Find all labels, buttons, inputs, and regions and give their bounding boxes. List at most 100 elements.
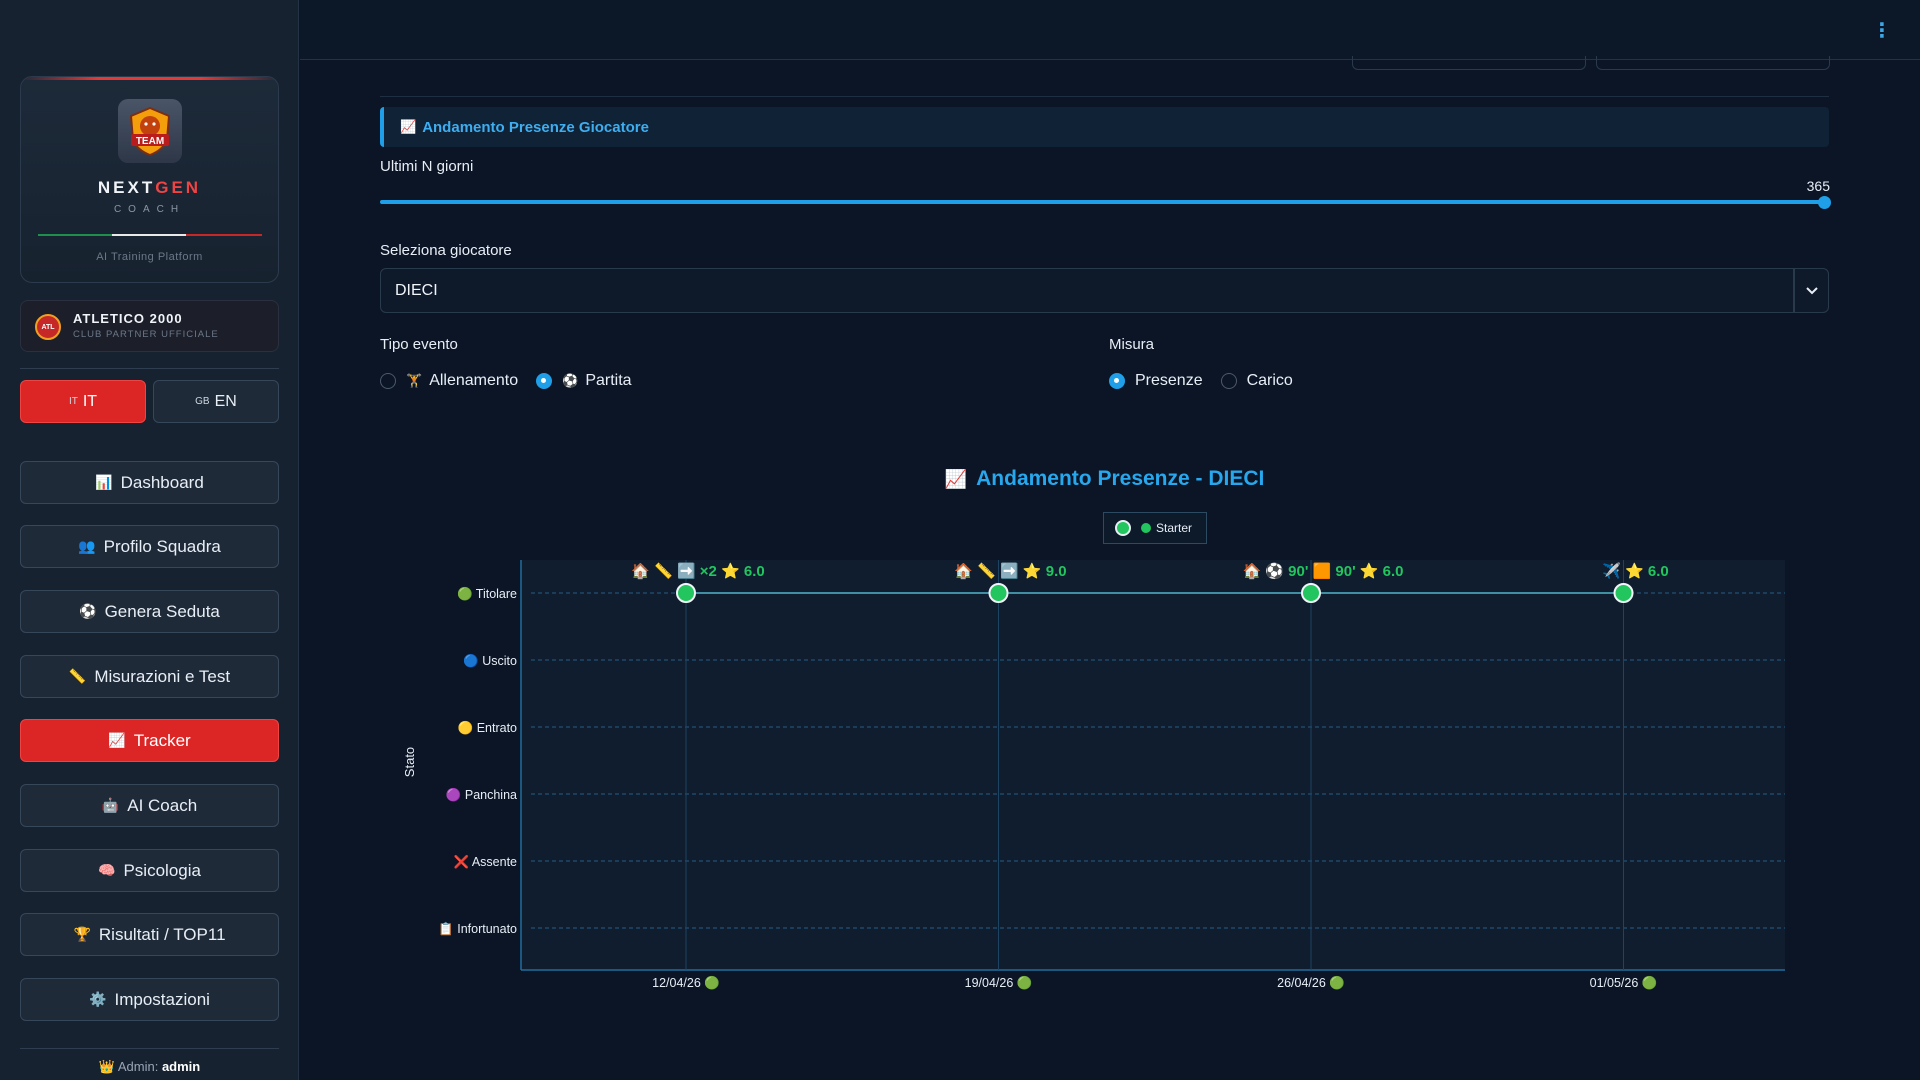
sidebar: TEAM NEXTGEN COACH AI Training Platform … [0,0,299,1080]
radio-circle-selected[interactable] [536,373,553,389]
radio-partita[interactable]: ⚽ Partita [536,372,632,390]
data-point-marker [1301,583,1321,603]
y-axis-title: Stato [402,747,417,777]
legend-marker [1115,520,1131,536]
radio-presenze[interactable]: Presenze [1109,372,1203,390]
logo-text: TEAM [136,136,164,147]
crown-icon: 👑 [98,1059,115,1074]
flag-gb-icon: GB [195,396,210,407]
nav-label: Profilo Squadra [103,536,221,556]
radio-label: Allenamento [429,372,519,389]
nav-tracker[interactable]: 📈 Tracker [20,719,279,762]
point-annotation: ✈️ ⭐ 6.0 [1602,561,1669,580]
y-tick-label: 🔵 Uscito [463,653,517,668]
nav-label: Tracker [133,730,191,750]
event-type-label: Tipo evento [380,336,458,353]
chart-title: 📈 Andamento Presenze - DIECI [380,467,1829,491]
trend-icon: 📈 [944,469,968,489]
nav-label: Impostazioni [114,989,210,1009]
player-select-value: DIECI [395,281,438,299]
days-slider-label: Ultimi N giorni [380,158,474,175]
flag-it-icon: IT [68,396,78,407]
nav-risultati-top11[interactable]: 🏆 Risultati / TOP11 [20,913,279,956]
club-partner-card: ATL ATLETICO 2000 CLUB PARTNER UFFICIALE [20,300,279,352]
brand-card: TEAM NEXTGEN COACH AI Training Platform [20,76,279,283]
point-annotation: 🏠 ⚽ 90' 🟧 90' ⭐ 6.0 [1242,562,1403,580]
content-separator [380,96,1829,97]
radio-circle-selected[interactable] [1109,373,1125,389]
trophy-icon: 🏆 [73,926,91,942]
x-tick-label: 19/04/26 🟢 [965,975,1033,990]
player-select[interactable]: DIECI [380,268,1794,313]
trend-icon: 📈 [108,732,126,748]
lang-en-label: EN [214,392,237,410]
hidden-button-edge-1[interactable] [1352,56,1586,70]
lion-shield-icon: TEAM [129,106,171,157]
nav-label: Risultati / TOP11 [98,924,226,944]
nav-misurazioni-test[interactable]: 📏 Misurazioni e Test [20,655,279,698]
green-circle-icon [1141,523,1151,533]
nav-genera-seduta[interactable]: ⚽ Genera Seduta [20,590,279,633]
radio-label: Carico [1246,372,1293,389]
nav-profilo-squadra[interactable]: 👥 Profilo Squadra [20,525,279,568]
y-tick-label: 🟣 Panchina [446,787,517,802]
nav-impostazioni[interactable]: ⚙️ Impostazioni [20,978,279,1021]
nav-ai-coach[interactable]: 🤖 AI Coach [20,784,279,827]
club-name: ATLETICO 2000 [73,311,183,326]
days-slider-handle[interactable] [1818,196,1831,209]
chevron-down-icon [1805,286,1818,294]
chart-title-text: Andamento Presenze - DIECI [976,467,1265,490]
y-tick-label: 🟢 Titolare [457,586,517,601]
lang-it-button[interactable]: IT IT [20,380,146,423]
lang-en-button[interactable]: GB EN [153,380,279,423]
data-point-marker [676,583,696,603]
player-select-dropdown-button[interactable] [1794,268,1829,313]
hidden-button-edge-2[interactable] [1596,56,1830,70]
radio-allenamento[interactable]: 🏋 Allenamento [380,372,518,390]
legend-label: Starter [1156,521,1193,535]
soccer-ball-icon: ⚽ [79,603,97,619]
club-badge-text: ATL [41,323,55,331]
chart-legend[interactable]: Starter [1103,512,1207,544]
gear-icon: ⚙️ [89,991,107,1007]
robot-icon: 🤖 [101,797,120,813]
player-select-label: Seleziona giocatore [380,242,512,259]
kebab-menu-icon[interactable]: ⋮ [1872,18,1892,43]
brand-tagline: AI Training Platform [96,251,203,263]
y-tick-label: ❌ Assente [453,854,517,870]
brand-name-part2: GEN [155,178,202,197]
weightlifting-icon: 🏋 [406,373,423,388]
brand-name-part1: NEXT [97,178,156,197]
trend-icon: 📈 [400,119,417,134]
data-point-marker [1613,583,1634,603]
measure-label: Misura [1109,336,1155,353]
nav-psicologia[interactable]: 🧠 Psicologia [20,849,279,892]
radio-carico[interactable]: Carico [1220,372,1293,390]
nav-dashboard[interactable]: 📊 Dashboard [20,461,279,504]
soccer-ball-icon: ⚽ [562,373,579,388]
brand-accent-line [21,77,278,80]
nav-label: Psicologia [123,860,201,880]
radio-circle[interactable] [380,373,396,389]
club-badge-icon: ATL [35,314,61,340]
event-type-radio-group: 🏋 Allenamento ⚽ Partita [380,372,650,390]
x-tick-label: 26/04/26 🟢 [1277,975,1345,990]
presence-chart: 🟢 Titolare 🔵 Uscito 🟡 Entrato 🟣 Panchina ❌ A… [402,560,1785,990]
nav-label: AI Coach [127,795,198,815]
sidebar-divider [20,368,279,369]
plot-background [521,560,1785,970]
nav-label: Dashboard [120,472,204,492]
bar-chart-icon: 📊 [95,474,113,490]
admin-info: 👑 Admin: admin [0,1059,299,1075]
brand-name: NEXTGEN [21,178,278,198]
radio-circle[interactable] [1220,373,1237,389]
club-subtitle: CLUB PARTNER UFFICIALE [73,329,219,340]
days-slider-track[interactable] [380,200,1825,204]
x-tick-label: 12/04/26 🟢 [652,975,720,990]
section-title: Andamento Presenze Giocatore [422,118,649,136]
y-tick-label: 🟡 Entrato [458,720,517,735]
data-point-marker [988,583,1009,603]
team-icon: 👥 [78,538,96,554]
days-slider-value: 365 [1806,178,1830,194]
x-tick-label: 01/05/26 🟢 [1590,975,1658,990]
